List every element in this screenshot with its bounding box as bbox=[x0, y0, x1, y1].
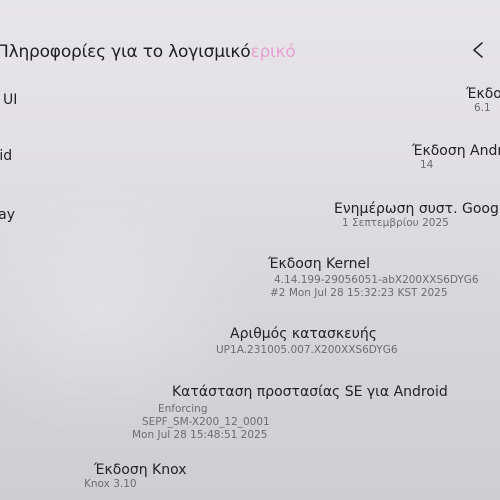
item-label: Κατάσταση προστασίας SE για Android bbox=[172, 384, 448, 400]
left-label-one-ui: Έκδοση One UI bbox=[0, 92, 18, 108]
item-label: Έκδοση Knox bbox=[94, 462, 187, 478]
left-label-google-play: Ενημέρωση συστ. Google Play bbox=[0, 207, 16, 223]
list-item-google-play-update[interactable]: Ενημέρωση συστ. Google Play 1 Σεπτεμβρίο… bbox=[334, 201, 500, 230]
page-title-text: Πληροφορίες για το λογισμικό bbox=[0, 42, 251, 62]
item-value-line2: #2 Mon Jul 28 15:32:23 KST 2025 bbox=[270, 287, 448, 299]
left-label-android: Έκδοση Android bbox=[0, 148, 13, 164]
list-item-one-ui-version[interactable]: Έκδοση One UI 6.1 bbox=[466, 86, 500, 115]
page-title: Πληροφορίες για το λογισμικόερικό bbox=[0, 42, 296, 62]
item-value: Enforcing bbox=[158, 403, 208, 415]
item-label: Έκδοση One UI bbox=[466, 86, 500, 102]
header: Πληροφορίες για το λογισμικόερικό bbox=[0, 32, 500, 80]
item-label: Ενημέρωση συστ. Google Play bbox=[334, 201, 500, 217]
settings-screen: Πληροφορίες για το λογισμικόερικό Έκδοση… bbox=[0, 0, 500, 500]
item-value: 14 bbox=[420, 159, 434, 171]
list-item-build-number[interactable]: Αριθμός κατασκευής UP1A.231005.007.X200X… bbox=[216, 326, 398, 357]
item-label: Έκδοση Android bbox=[412, 143, 500, 159]
page-title-ghost: ερικό bbox=[250, 42, 296, 62]
list-item-knox-version[interactable]: Έκδοση Knox Knox 3.10 bbox=[84, 462, 187, 491]
item-value: 4.14.199-29056051-abX200XXS6DYG6 bbox=[274, 274, 479, 286]
item-value: UP1A.231005.007.X200XXS6DYG6 bbox=[216, 344, 398, 356]
list-item-kernel-version[interactable]: Έκδοση Kernel 4.14.199-29056051-abX200XX… bbox=[268, 256, 479, 300]
list-item-android-version[interactable]: Έκδοση Android 14 bbox=[412, 143, 500, 172]
item-value: 1 Σεπτεμβρίου 2025 bbox=[342, 217, 449, 229]
item-value: Knox 3.10 bbox=[84, 478, 137, 490]
item-label: Αριθμός κατασκευής bbox=[230, 326, 377, 342]
list-item-se-android-status[interactable]: Κατάσταση προστασίας SE για Android Enfo… bbox=[128, 384, 448, 442]
item-value: 6.1 bbox=[474, 102, 491, 114]
back-icon[interactable] bbox=[468, 40, 488, 60]
item-label: Έκδοση Kernel bbox=[268, 256, 371, 272]
item-value-line2: SEPF_SM-X200_12_0001 bbox=[142, 416, 270, 428]
item-value-line3: Mon Jul 28 15:48:51 2025 bbox=[132, 429, 268, 441]
